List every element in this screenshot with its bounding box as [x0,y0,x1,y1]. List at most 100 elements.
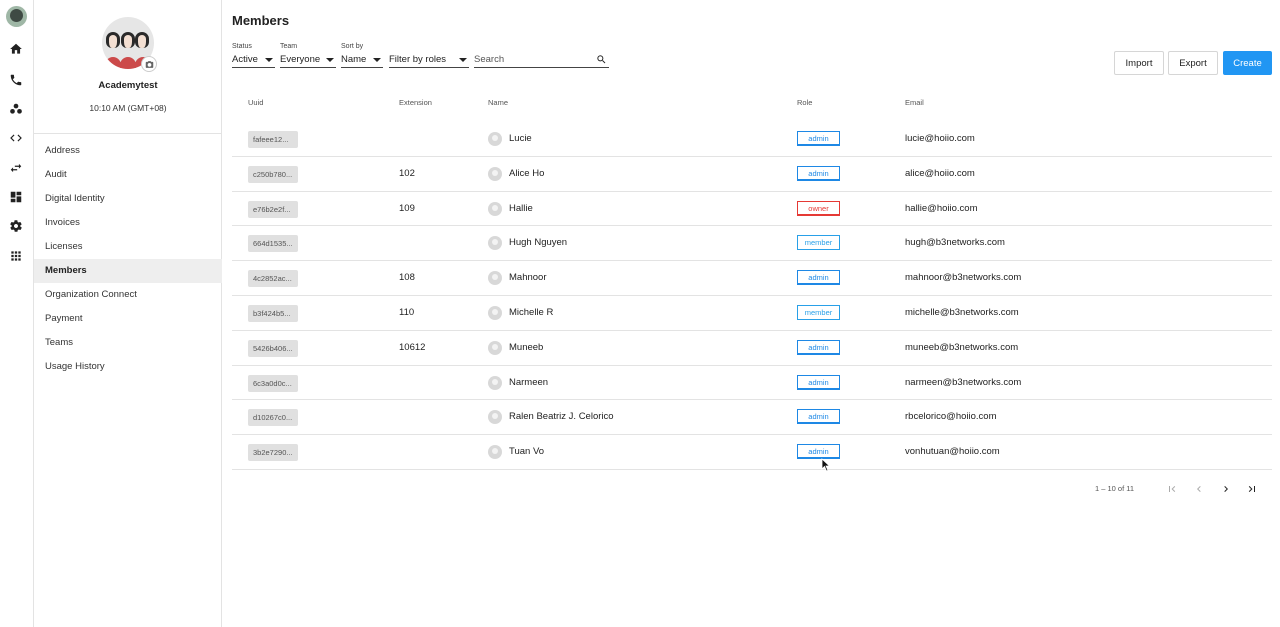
settings-icon[interactable] [7,217,25,235]
menu-item-organization-connect[interactable]: Organization Connect [34,283,222,307]
member-name: Narmeen [509,376,549,388]
org-name: Academytest [98,80,158,91]
transfer-icon[interactable] [7,159,25,177]
uuid-chip[interactable]: 3b2e7290... [248,444,298,462]
menu-item-digital-identity[interactable]: Digital Identity [34,187,222,211]
create-button[interactable]: Create [1223,51,1272,75]
member-name: Hallie [509,202,533,214]
header-role[interactable]: Role [797,98,812,107]
roles-filter-value: Filter by roles [389,54,447,65]
search-icon[interactable] [596,54,607,65]
role-badge: admin [797,374,840,390]
search-field[interactable]: Search [474,43,609,71]
table-row[interactable]: c250b780... 102 Alice Ho admin alice@hoi… [232,157,1272,192]
team-filter-value: Everyone [280,54,321,65]
header-email[interactable]: Email [905,98,924,107]
table-row[interactable]: 4c2852ac... 108 Mahnoor admin mahnoor@b3… [232,261,1272,296]
status-filter[interactable]: Status Active [232,43,275,71]
team-filter[interactable]: Team Everyone [280,43,336,71]
page-title: Members [232,13,290,28]
menu-item-members[interactable]: Members [34,259,222,283]
member-name: Michelle R [509,306,554,318]
last-page-icon[interactable] [1244,481,1260,497]
prev-page-icon[interactable] [1191,481,1207,497]
dropdown-caret-icon [459,58,467,62]
table-row[interactable]: d10267c0... Ralen Beatriz J. Celorico ad… [232,400,1272,436]
member-name: Tuan Vo [509,446,545,458]
role-badge: member [797,304,840,320]
member-email: alice@hoiio.com [905,167,975,179]
home-icon[interactable] [7,40,25,58]
uuid-chip[interactable]: b3f424b5... [248,304,298,322]
dropdown-caret-icon [265,58,273,62]
sort-filter[interactable]: Sort by Name [341,43,383,71]
menu-item-usage-history[interactable]: Usage History [34,355,222,379]
header-uuid[interactable]: Uuid [248,98,263,107]
status-filter-label: Status [232,43,252,50]
table-row[interactable]: 3b2e7290... Tuan Vo admin vonhutuan@hoii… [232,435,1272,470]
camera-icon[interactable] [141,56,157,72]
local-time: 10:10 AM (GMT+08) [89,103,167,113]
role-badge: admin [797,270,840,286]
table-row[interactable]: fafeee12... Lucie admin lucie@hoiio.com [232,122,1272,157]
code-icon[interactable] [7,129,25,147]
member-email: muneeb@b3networks.com [905,341,1019,353]
uuid-chip[interactable]: 664d1535... [248,235,298,253]
header-extension[interactable]: Extension [399,98,432,107]
role-badge: admin [797,444,840,460]
sort-filter-value: Name [341,54,367,65]
table-row[interactable]: 5426b406... 10612 Muneeb admin muneeb@b3… [232,331,1272,366]
header-name[interactable]: Name [488,98,508,107]
extension: 108 [399,272,415,284]
export-button[interactable]: Export [1168,51,1218,75]
member-avatar [488,166,502,181]
member-avatar [488,132,502,146]
menu-item-address[interactable]: Address [34,139,222,163]
member-name: Lucie [509,133,532,144]
apps-icon[interactable] [7,247,25,265]
table-row[interactable]: 664d1535... Hugh Nguyen member hugh@b3ne… [232,226,1272,262]
team-filter-label: Team [280,43,298,50]
uuid-chip[interactable]: c250b780... [248,165,298,183]
icon-rail [0,0,34,627]
member-name: Mahnoor [509,272,547,284]
member-email: michelle@b3networks.com [905,306,1019,318]
uuid-chip[interactable]: e76b2e2f... [248,200,298,218]
extension: 109 [399,202,415,214]
uuid-chip[interactable]: fafeee12... [248,131,298,148]
member-email: narmeen@b3networks.com [905,376,1022,388]
member-avatar [488,410,502,425]
table-row[interactable]: b3f424b5... 110 Michelle R member michel… [232,296,1272,331]
extension: 110 [399,306,415,318]
user-avatar[interactable] [6,6,27,27]
import-button[interactable]: Import [1114,51,1164,75]
uuid-chip[interactable]: 4c2852ac... [248,270,298,288]
uuid-chip[interactable]: 6c3a0d0c... [248,374,298,392]
menu-item-teams[interactable]: Teams [34,331,222,355]
dashboard-icon[interactable] [7,188,25,206]
menu-item-licenses[interactable]: Licenses [34,235,222,259]
pagination-range: 1 – 10 of 11 [1095,484,1135,493]
team-icon[interactable] [7,100,25,118]
member-avatar [488,375,502,390]
table-row[interactable]: 6c3a0d0c... Narmeen admin narmeen@b3netw… [232,366,1272,401]
menu-item-invoices[interactable]: Invoices [34,211,222,235]
menu-item-payment[interactable]: Payment [34,307,222,331]
role-badge: owner [797,200,840,216]
roles-filter[interactable]: Filter by roles [389,43,469,71]
table-row[interactable]: e76b2e2f... 109 Hallie owner hallie@hoii… [232,192,1272,227]
member-avatar [488,340,502,355]
member-avatar [488,271,502,286]
phone-icon[interactable] [7,71,25,89]
uuid-chip[interactable]: d10267c0... [248,409,298,427]
member-email: hallie@hoiio.com [905,202,978,214]
main-content: Members Status Active Team Everyone Sort… [222,0,1280,627]
member-avatar [488,201,502,216]
next-page-icon[interactable] [1218,481,1234,497]
search-input[interactable]: Search [474,53,609,68]
uuid-chip[interactable]: 5426b406... [248,339,298,357]
first-page-icon[interactable] [1164,481,1180,497]
menu-item-audit[interactable]: Audit [34,163,222,187]
member-name: Ralen Beatriz J. Celorico [509,411,614,423]
role-badge: admin [797,409,840,425]
